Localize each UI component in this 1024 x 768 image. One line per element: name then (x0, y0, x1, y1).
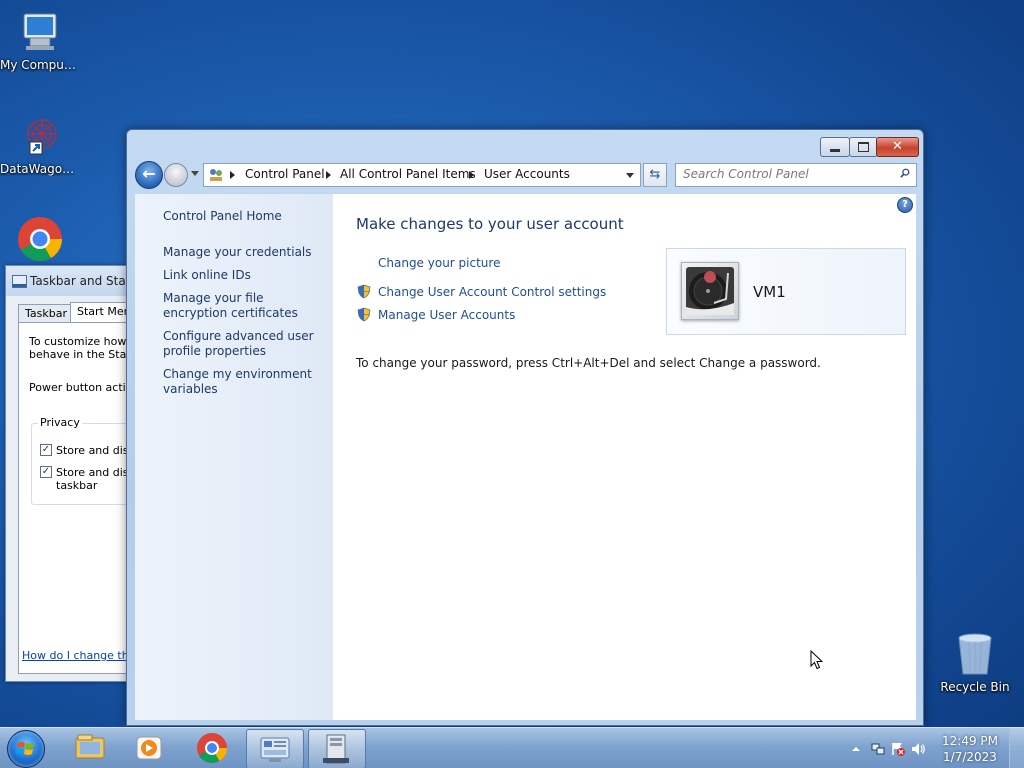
media-player-icon (136, 736, 162, 760)
power-button-label: Power button action (29, 381, 140, 394)
address-bar[interactable]: Control Panel All Control Panel Items Us… (203, 163, 641, 187)
privacy-label: Privacy (38, 416, 82, 429)
control-panel-icon (210, 169, 222, 181)
mouse-cursor-icon (810, 650, 824, 670)
action-center-icon[interactable] (890, 741, 906, 757)
chrome-icon (197, 733, 227, 764)
computer-icon (16, 8, 64, 56)
clock-time: 12:49 PM (942, 734, 998, 748)
explorer-icon (75, 734, 105, 759)
uac-shield-icon (357, 307, 371, 322)
refresh-icon: ⇆ (649, 167, 661, 182)
control-panel-icon (260, 737, 290, 762)
search-box[interactable] (675, 163, 917, 187)
arrow-left-icon: ← (142, 164, 156, 183)
breadcrumb-control-panel[interactable]: Control Panel (245, 164, 325, 185)
change-picture-link[interactable]: Change your picture (378, 256, 500, 270)
file-encryption-certificates-link[interactable]: Manage your file encryption certificates (163, 291, 331, 321)
content-pane: ? Make changes to your user account Chan… (333, 194, 916, 720)
taskbar-control-panel[interactable] (246, 729, 304, 768)
back-button[interactable]: ← (135, 161, 163, 189)
address-history-dropdown[interactable] (620, 164, 640, 186)
desktop-icon-datawagon[interactable]: DataWagon... (0, 112, 80, 176)
desktop-icon-label: My Computer (0, 58, 80, 72)
breadcrumb-chevron-icon (230, 171, 235, 179)
desktop-icon-chrome[interactable] (0, 213, 80, 263)
volume-icon[interactable] (910, 741, 926, 757)
desktop-icon-my-computer[interactable]: My Computer (0, 8, 80, 72)
breadcrumb-chevron-icon[interactable] (469, 171, 474, 179)
taskbar-user-accounts[interactable] (308, 729, 366, 768)
breadcrumb-chevron-icon[interactable] (326, 171, 331, 179)
windows-logo-icon (16, 742, 34, 755)
help-link[interactable]: How do I change the (22, 649, 135, 662)
taskbar-explorer[interactable] (62, 729, 118, 767)
recycle-bin-icon (951, 630, 999, 678)
advanced-profile-properties-link[interactable]: Configure advanced user profile properti… (163, 329, 331, 359)
desktop-icon-label: DataWagon... (0, 162, 80, 176)
page-title: Make changes to your user account (356, 215, 624, 233)
account-card: VM1 (666, 248, 906, 335)
search-input[interactable] (676, 164, 891, 184)
desktop-icon-recycle-bin[interactable]: Recycle Bin (935, 630, 1015, 694)
uac-shield-icon (357, 284, 371, 299)
manage-credentials-link[interactable]: Manage your credentials (163, 245, 331, 260)
show-hidden-icons-icon[interactable] (848, 741, 864, 757)
dialog-title: Taskbar and Start (30, 274, 136, 288)
taskbar-icon (12, 275, 27, 288)
help-icon[interactable]: ? (897, 197, 913, 213)
manage-user-accounts-link[interactable]: Manage User Accounts (378, 308, 515, 322)
store-recent-programs-checkbox[interactable]: ✓ (40, 444, 52, 456)
breadcrumb-user-accounts[interactable]: User Accounts (484, 164, 570, 185)
refresh-button[interactable]: ⇆ (643, 163, 667, 187)
password-instructions: To change your password, press Ctrl+Alt+… (356, 356, 821, 370)
environment-variables-link[interactable]: Change my environment variables (163, 367, 331, 397)
breadcrumb-all-items[interactable]: All Control Panel Items (340, 164, 476, 185)
search-icon[interactable] (900, 168, 910, 178)
forward-button[interactable] (164, 163, 188, 187)
clock-date: 1/7/2023 (943, 750, 997, 764)
close-icon: ✕ (892, 139, 903, 154)
clock[interactable]: 12:49 PM 1/7/2023 (938, 733, 1002, 765)
avatar[interactable] (681, 262, 739, 320)
start-button[interactable] (7, 730, 45, 768)
chrome-icon (16, 213, 64, 261)
user-accounts-icon (323, 734, 349, 764)
show-desktop-button[interactable] (1009, 728, 1024, 768)
tab-taskbar[interactable]: Taskbar (18, 304, 74, 323)
taskbar-media-player[interactable] (122, 729, 178, 767)
recent-pages-dropdown[interactable] (191, 171, 199, 176)
maximize-button[interactable] (849, 137, 878, 157)
turntable-icon (686, 267, 734, 315)
minimize-button[interactable] (820, 137, 850, 157)
checkbox-label-2: taskbar (56, 479, 98, 492)
change-uac-settings-link[interactable]: Change User Account Control settings (378, 285, 606, 299)
network-icon[interactable] (870, 741, 886, 757)
user-accounts-window[interactable]: ✕ ← Control Panel All Control Panel Item… (126, 129, 924, 726)
control-panel-home-link[interactable]: Control Panel Home (163, 209, 331, 224)
link-online-ids-link[interactable]: Link online IDs (163, 268, 331, 283)
navigation-pane: Control Panel Home Manage your credentia… (135, 194, 333, 720)
dialog-title-bar[interactable]: Taskbar and Start (6, 266, 146, 296)
datawagon-icon (16, 112, 64, 160)
system-tray: 12:49 PM 1/7/2023 (834, 728, 1024, 768)
start-menu-description-2: behave in the Start (29, 348, 136, 361)
desktop-icon-label: Recycle Bin (940, 680, 1010, 694)
taskbar-chrome[interactable] (184, 729, 240, 767)
account-name: VM1 (753, 283, 786, 301)
close-button[interactable]: ✕ (876, 137, 919, 157)
taskbar: 12:49 PM 1/7/2023 (0, 727, 1024, 768)
store-recent-items-checkbox[interactable]: ✓ (40, 466, 52, 478)
